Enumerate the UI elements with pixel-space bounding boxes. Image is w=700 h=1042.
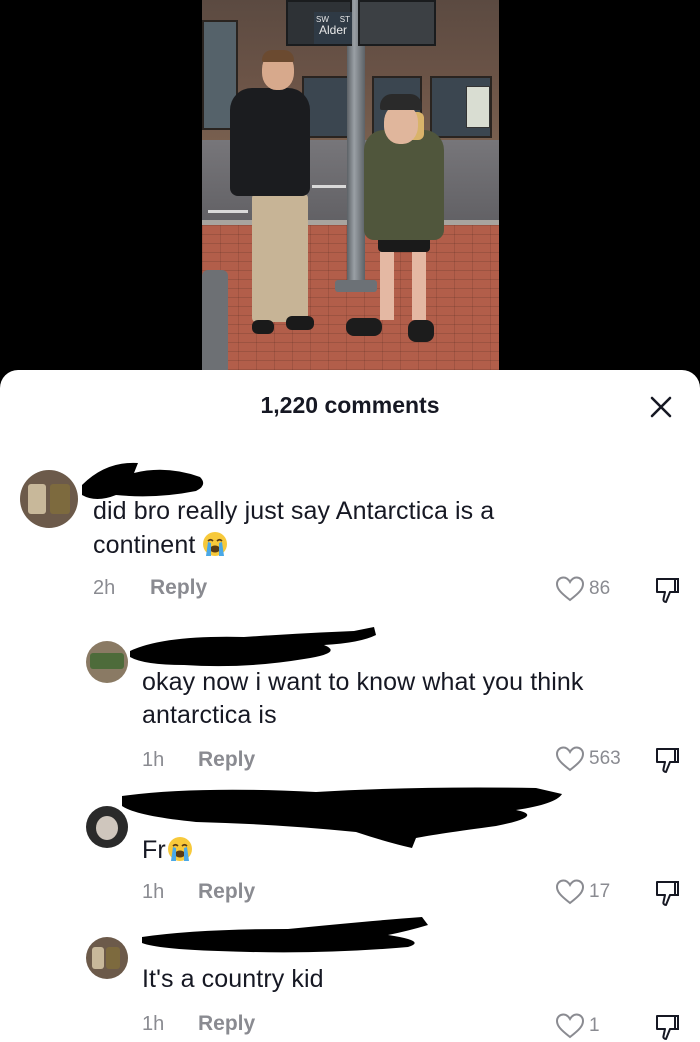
comment-timestamp: 2h bbox=[93, 577, 116, 599]
loudly-crying-face-icon bbox=[203, 532, 228, 556]
video-frame[interactable]: SW ST Alder bbox=[202, 0, 499, 370]
avatar[interactable] bbox=[86, 641, 128, 683]
thumbs-down-icon bbox=[656, 881, 679, 906]
comment-item: It's a country kid 1h Reply 1 bbox=[0, 915, 700, 1042]
comment-item: okay now i want to know what you think a… bbox=[0, 625, 700, 775]
like-count: 86 bbox=[589, 578, 611, 599]
reply-button[interactable]: Reply bbox=[198, 1012, 255, 1036]
comment-count: 1,220 comments bbox=[260, 392, 440, 418]
comments-header: 1,220 comments bbox=[0, 370, 700, 440]
thumbs-down-icon bbox=[656, 748, 679, 773]
dislike-button[interactable] bbox=[653, 745, 681, 775]
trash-can bbox=[202, 270, 228, 370]
person-left-shoe bbox=[252, 320, 274, 334]
avatar[interactable] bbox=[86, 937, 128, 979]
person-right-shoe bbox=[408, 320, 434, 342]
heart-icon bbox=[555, 746, 585, 772]
like-button[interactable]: 17 bbox=[555, 878, 625, 908]
like-button[interactable]: 86 bbox=[555, 575, 625, 605]
close-icon bbox=[650, 396, 672, 418]
comment-text: Fr bbox=[142, 836, 166, 864]
person-right-hat bbox=[380, 94, 422, 110]
person-left-jacket bbox=[230, 88, 310, 196]
comment-text-line: Fr bbox=[142, 834, 194, 867]
person-right-shoe bbox=[346, 318, 382, 336]
like-count: 1 bbox=[589, 1015, 600, 1036]
person-right-head bbox=[384, 104, 418, 144]
person-right-jacket bbox=[364, 130, 444, 240]
reply-button[interactable]: Reply bbox=[198, 748, 255, 772]
comment-item: did bro really just say Antarctica is a … bbox=[0, 455, 700, 605]
redacted-username bbox=[142, 917, 428, 953]
comment-item: Fr 1h Reply 17 bbox=[0, 782, 700, 912]
comment-timestamp: 1h bbox=[142, 1013, 165, 1035]
comment-timestamp: 1h bbox=[142, 749, 165, 771]
thumbs-down-icon bbox=[656, 1015, 679, 1040]
lane-marking bbox=[312, 185, 346, 188]
loudly-crying-face-icon bbox=[167, 837, 192, 861]
like-button[interactable]: 563 bbox=[555, 745, 635, 775]
comment-timestamp: 1h bbox=[142, 881, 165, 903]
comment-text-line: okay now i want to know what you think bbox=[142, 668, 584, 696]
close-button[interactable] bbox=[646, 392, 676, 422]
reply-button[interactable]: Reply bbox=[198, 880, 255, 904]
dislike-button[interactable] bbox=[653, 575, 681, 605]
comments-sheet: 1,220 comments did bro really just say A… bbox=[0, 370, 700, 1042]
comment-text-line-2: antarctica is bbox=[142, 701, 277, 729]
street-sign-name: Alder bbox=[318, 23, 347, 37]
heart-icon bbox=[555, 879, 585, 905]
person-left-pants bbox=[252, 194, 308, 322]
street-sign: SW ST Alder bbox=[314, 12, 352, 44]
dislike-button[interactable] bbox=[653, 878, 681, 908]
avatar[interactable] bbox=[20, 470, 78, 528]
video-player[interactable]: SW ST Alder bbox=[0, 0, 700, 390]
lane-marking bbox=[208, 210, 248, 213]
person-left-hair bbox=[262, 50, 294, 62]
poster bbox=[466, 86, 490, 128]
heart-icon bbox=[555, 576, 585, 602]
person-right-leg bbox=[380, 250, 394, 320]
like-count: 563 bbox=[589, 748, 621, 769]
pole-base bbox=[335, 280, 377, 292]
person-right-leg bbox=[412, 250, 426, 320]
heart-icon bbox=[555, 1013, 585, 1039]
dislike-button[interactable] bbox=[653, 1012, 681, 1042]
comment-text: continent bbox=[93, 531, 196, 559]
thumbs-down-icon bbox=[656, 578, 679, 603]
signal-box bbox=[358, 0, 436, 46]
like-button[interactable]: 1 bbox=[555, 1012, 615, 1042]
comment-text-line: did bro really just say Antarctica is a bbox=[93, 497, 495, 525]
comment-text-line: It's a country kid bbox=[142, 965, 324, 993]
reply-button[interactable]: Reply bbox=[150, 576, 207, 600]
person-left-shoe bbox=[286, 316, 314, 330]
comment-text-line-2: continent bbox=[93, 529, 229, 562]
like-count: 17 bbox=[589, 881, 611, 902]
